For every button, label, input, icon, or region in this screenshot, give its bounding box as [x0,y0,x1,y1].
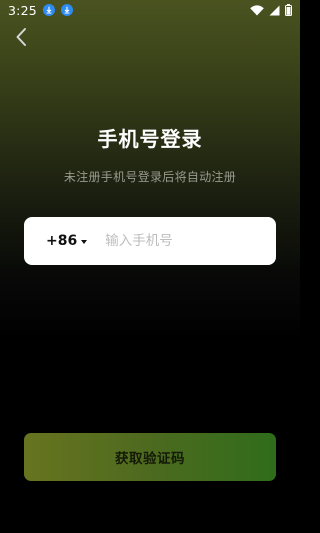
login-screen: 3:25 手机号登录 未注册手机号登录后将自动注册 +86 输入手机号 获取验证… [0,0,300,533]
page-title: 手机号登录 [97,127,203,151]
status-right [250,4,292,16]
back-button[interactable] [10,26,32,48]
country-code-label: +86 [46,233,78,249]
download-notification-icon [42,4,55,16]
caret-down-icon [81,239,88,244]
chevron-left-icon [16,28,26,46]
wifi-icon [250,4,264,16]
country-code-selector[interactable]: +86 [46,233,88,249]
page-subtitle: 未注册手机号登录后将自动注册 [63,170,237,184]
status-time: 3:25 [8,2,37,18]
phone-input-box: +86 [24,217,276,265]
status-bar: 3:25 [0,0,300,20]
status-left: 3:25 [8,3,73,18]
download-notification-icon [60,4,73,16]
battery-icon [285,4,292,16]
get-verification-code-button[interactable]: 获取验证码 [24,433,276,481]
phone-number-input[interactable] [103,232,268,250]
cellular-signal-icon [269,5,280,16]
